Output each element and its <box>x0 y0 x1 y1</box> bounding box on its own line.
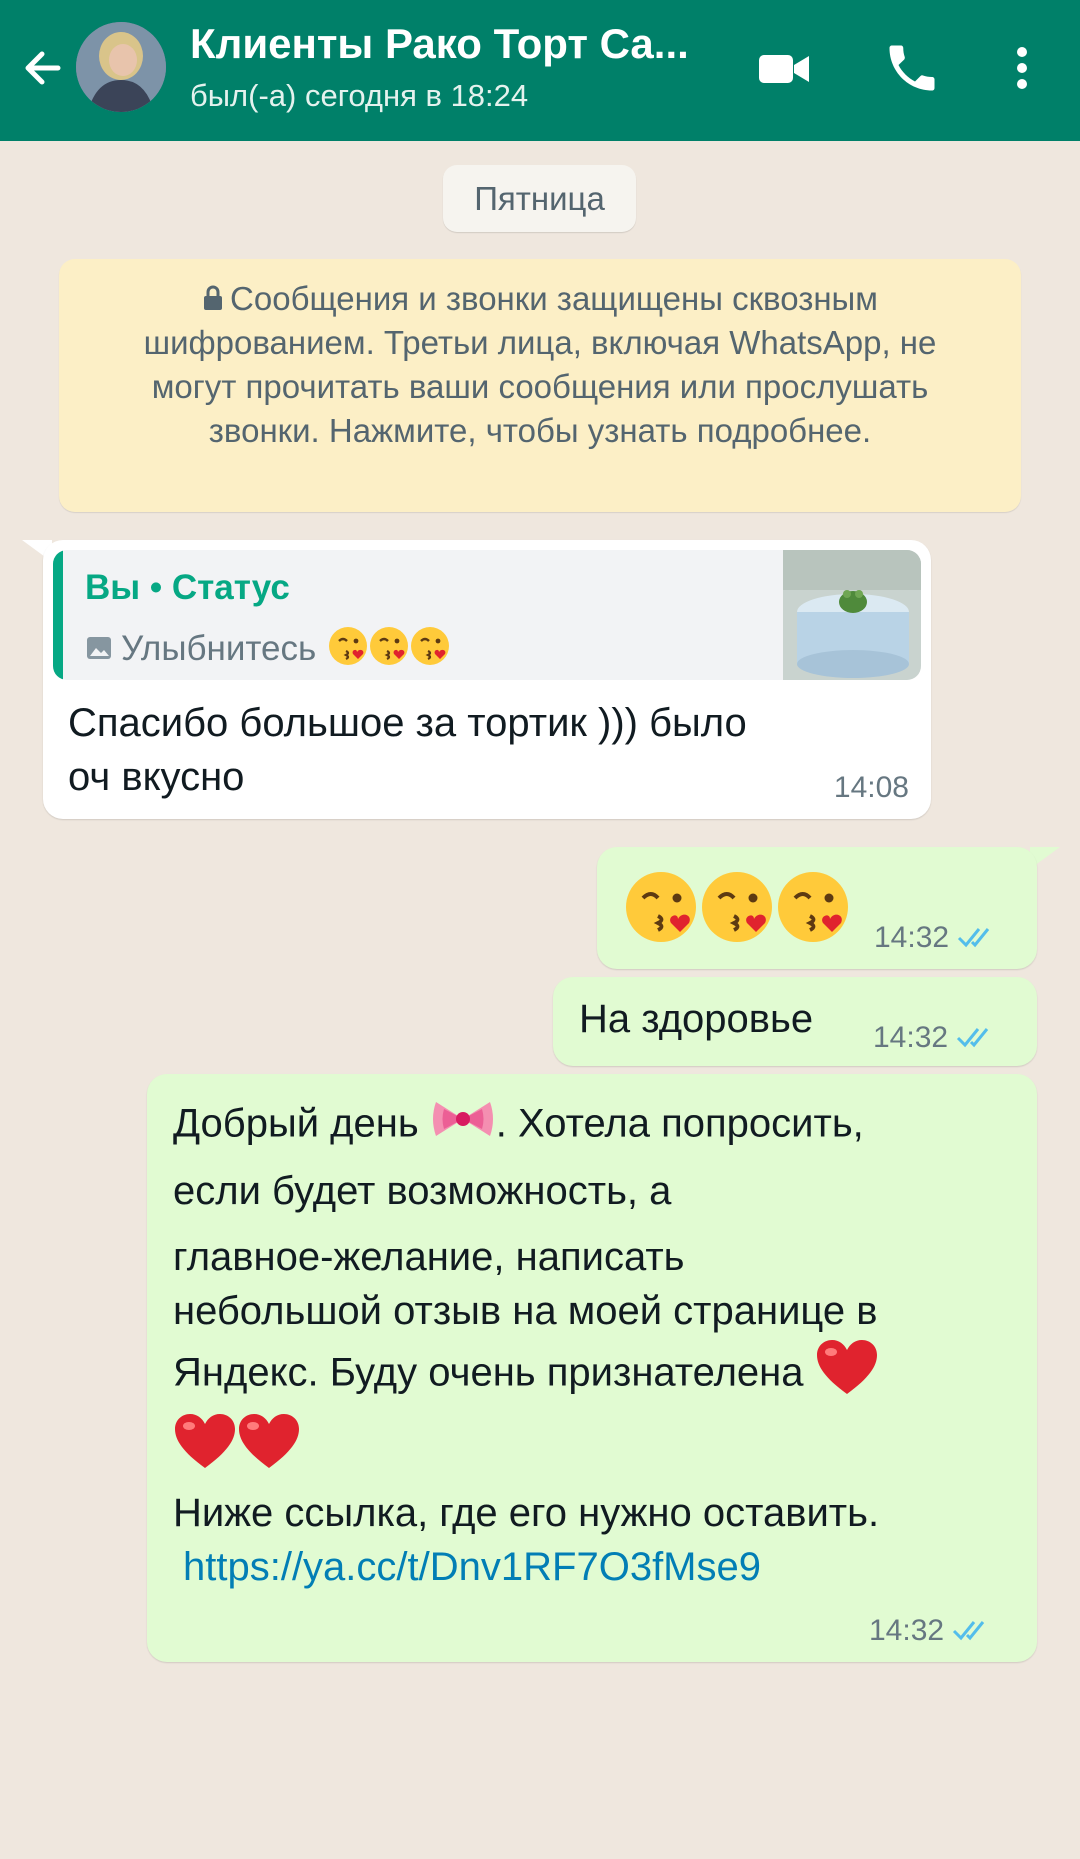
more-options-icon[interactable] <box>1002 38 1042 98</box>
message-line: оч вкусно <box>68 755 245 799</box>
message-fragment: . Хотела попросить, <box>495 1101 864 1146</box>
message-outgoing[interactable]: 14:32 <box>597 847 1037 969</box>
image-icon <box>85 631 113 659</box>
message-line: Яндекс. Буду очень признателена <box>173 1338 1013 1412</box>
message-line <box>173 1412 1013 1486</box>
message-outgoing[interactable]: Добрый день . Хотела попросить, если буд… <box>147 1074 1037 1662</box>
kiss-emoji-group <box>326 624 452 677</box>
chat-title[interactable]: Клиенты Рако Торт Са... <box>190 20 730 68</box>
message-time: 14:32 <box>873 1021 949 1054</box>
message-line: Ниже ссылка, где его нужно оставить. <box>173 1491 880 1535</box>
quoted-status[interactable]: Вы • Статус Улыбнитесь <box>53 550 921 680</box>
chat-header: Клиенты Рако Торт Са... был(-а) сегодня … <box>0 0 1080 141</box>
avatar[interactable] <box>76 22 166 112</box>
last-seen-status: был(-а) сегодня в 18:24 <box>190 78 529 113</box>
video-call-icon[interactable] <box>754 38 814 98</box>
encryption-notice-text: Сообщения и звонки защищены сквозным шиф… <box>143 280 937 449</box>
voice-call-icon[interactable] <box>882 38 942 98</box>
message-time: 14:32 <box>874 921 950 954</box>
message-time-status: 14:32 <box>873 1021 996 1055</box>
message-time: 14:32 <box>869 1614 945 1647</box>
quote-caption: Улыбнитесь <box>121 628 317 668</box>
red-heart-emoji <box>237 1412 301 1486</box>
ribbon-bow-emoji <box>430 1094 496 1158</box>
encryption-notice[interactable]: Сообщения и звонки защищены сквозным шиф… <box>59 259 1021 512</box>
message-line: https://ya.cc/t/Dnv1RF7O3fMse9 <box>173 1540 1013 1594</box>
read-ticks-icon <box>956 1023 996 1048</box>
message-line: небольшой отзыв на моей странице в <box>173 1289 878 1333</box>
red-heart-emoji <box>173 1412 237 1486</box>
read-ticks-icon <box>952 1616 992 1641</box>
quote-author: Вы • Статус <box>85 568 290 607</box>
red-heart-emoji <box>815 1338 879 1412</box>
message-outgoing[interactable]: На здоровье 14:32 <box>553 977 1037 1066</box>
date-separator: Пятница <box>443 165 636 232</box>
message-time: 14:08 <box>833 771 909 804</box>
status-thumbnail[interactable] <box>783 550 921 680</box>
message-line: Спасибо большое за тортик ))) было <box>68 701 747 745</box>
message-fragment: Яндекс. Буду очень признателена <box>173 1350 804 1395</box>
message-text: Спасибо большое за тортик ))) было оч вк… <box>68 696 888 804</box>
message-incoming[interactable]: Вы • Статус Улыбнитесь Спасибо большое з… <box>43 540 931 819</box>
message-line: главное-желание, написать <box>173 1235 685 1279</box>
message-line: если будет возможность, а <box>173 1169 672 1213</box>
kiss-emoji-group <box>623 867 851 947</box>
message-text: На здоровье <box>579 997 814 1041</box>
back-arrow-icon[interactable] <box>18 42 70 94</box>
quote-text: Улыбнитесь <box>85 624 452 677</box>
lock-icon <box>202 279 224 310</box>
message-text: Добрый день . Хотела попросить, если буд… <box>173 1094 1013 1594</box>
message-time-status: 14:32 <box>869 1614 992 1648</box>
message-time-status: 14:32 <box>874 921 997 955</box>
quote-accent-bar <box>53 550 63 680</box>
message-fragment: Добрый день <box>173 1101 419 1146</box>
message-line: Добрый день . Хотела попросить, <box>173 1094 1013 1158</box>
read-ticks-icon <box>957 923 997 948</box>
review-link[interactable]: https://ya.cc/t/Dnv1RF7O3fMse9 <box>173 1545 761 1589</box>
